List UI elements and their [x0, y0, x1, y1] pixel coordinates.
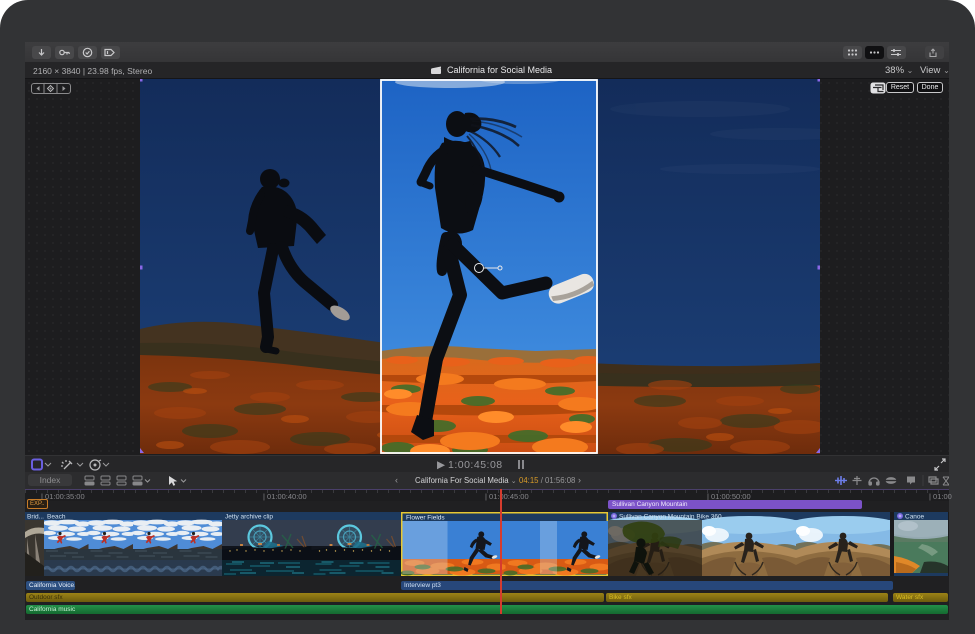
- svg-text:Flower Fields: Flower Fields: [406, 515, 445, 522]
- svg-text:Brid...: Brid...: [27, 514, 44, 521]
- svg-text:Beach: Beach: [47, 514, 66, 521]
- svg-text:Jetty archive clip: Jetty archive clip: [225, 514, 273, 521]
- svg-text:Canoe: Canoe: [905, 514, 925, 521]
- svg-text:Sullivan Canyon Mountain Bike: Sullivan Canyon Mountain Bike 360: [619, 514, 722, 521]
